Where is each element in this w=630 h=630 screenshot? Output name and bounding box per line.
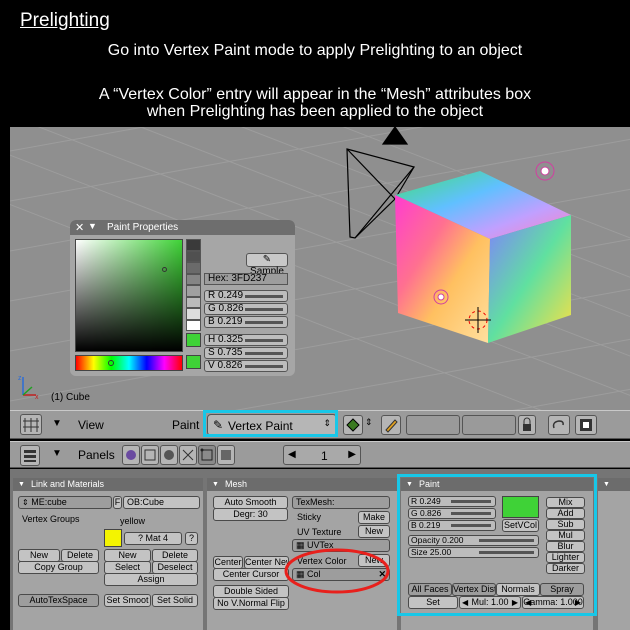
draw-type-icon[interactable] bbox=[343, 415, 363, 435]
render-icon[interactable] bbox=[575, 415, 597, 435]
axis-gizmo-icon: x z bbox=[18, 375, 39, 401]
saturation-value-picker[interactable] bbox=[75, 239, 183, 352]
menu-collapse-icon-2[interactable]: ▼ bbox=[52, 448, 62, 459]
script-context-icon[interactable] bbox=[141, 445, 159, 465]
current-color-swatch[interactable] bbox=[186, 333, 201, 347]
panels-label: Panels bbox=[78, 448, 115, 462]
buttons-window-header: ▼ Panels ◀ 1 ▶ bbox=[10, 441, 630, 468]
vertex-groups-label: Vertex Groups bbox=[22, 514, 80, 524]
note-line-1: A “Vertex Color” entry will appear in th… bbox=[98, 86, 532, 103]
material-name-label: yellow bbox=[120, 516, 146, 526]
editing-context-icon[interactable] bbox=[198, 445, 216, 465]
uv-texture-label: UV Texture bbox=[297, 527, 342, 537]
material-index-field[interactable]: ? Mat 4 bbox=[124, 532, 182, 545]
mode-selector-highlight bbox=[203, 410, 338, 437]
previous-color-swatch[interactable] bbox=[186, 355, 201, 369]
uv-texture-new-button[interactable]: New bbox=[358, 525, 390, 538]
s-slider[interactable]: S 0.735 bbox=[204, 347, 288, 359]
instruction-line: Go into Vertex Paint mode to apply Preli… bbox=[107, 42, 523, 59]
note-line-2: when Prelighting has been applied to the… bbox=[146, 103, 484, 120]
material-assign-button[interactable]: Assign bbox=[104, 573, 198, 586]
menu-collapse-icon[interactable]: ▼ bbox=[52, 418, 62, 429]
shading-context-icon[interactable] bbox=[160, 445, 178, 465]
collapse-icon[interactable]: ▼ bbox=[88, 221, 97, 231]
page-title: Prelighting bbox=[20, 10, 110, 31]
g-slider[interactable]: G 0.826 bbox=[204, 303, 288, 315]
next-panel-partial bbox=[598, 478, 630, 630]
palette-swatches[interactable] bbox=[186, 239, 201, 331]
hue-handle[interactable] bbox=[108, 360, 114, 366]
3d-viewport[interactable]: ✕ ▼ Paint Properties ✎ Sample Hex: 3FD23… bbox=[10, 127, 630, 410]
buttons-editor-icon[interactable] bbox=[20, 445, 40, 466]
vertex-colored-cube bbox=[395, 171, 571, 343]
object-context-icon[interactable] bbox=[179, 445, 197, 465]
sample-button[interactable]: ✎ Sample bbox=[246, 253, 288, 277]
scene-context-icon[interactable] bbox=[217, 445, 235, 465]
paint-menu[interactable]: Paint bbox=[172, 418, 199, 432]
frame-field[interactable]: ◀ 1 ▶ bbox=[283, 445, 361, 465]
close-icon[interactable]: ✕ bbox=[75, 221, 84, 234]
r-slider[interactable]: R 0.249 bbox=[204, 290, 288, 302]
no-vnormal-flip-button[interactable]: No V.Normal Flip bbox=[213, 597, 289, 610]
hex-field[interactable]: Hex: 3FD237 bbox=[204, 273, 288, 285]
paint-panel-highlight bbox=[397, 474, 597, 616]
picker-handle[interactable] bbox=[162, 267, 167, 272]
center-cursor-button[interactable]: Center Cursor bbox=[213, 568, 289, 581]
layer-buttons[interactable] bbox=[406, 415, 460, 435]
v-slider[interactable]: V 0.826 bbox=[204, 360, 288, 372]
edit-pen-icon[interactable] bbox=[381, 415, 401, 435]
next-panel-header[interactable] bbox=[598, 478, 630, 491]
set-solid-button[interactable]: Set Solid bbox=[152, 594, 198, 607]
svg-text:z: z bbox=[18, 375, 22, 382]
mesh-name-field[interactable]: ⇕ ME:cube bbox=[18, 496, 112, 509]
paint-properties-header[interactable]: ✕ ▼ Paint Properties bbox=[70, 220, 295, 235]
hue-slider[interactable] bbox=[75, 355, 183, 371]
material-help-button[interactable]: ? bbox=[185, 532, 198, 545]
svg-text:x: x bbox=[35, 394, 39, 401]
texmesh-field[interactable]: TexMesh: bbox=[292, 496, 390, 509]
sticky-label: Sticky bbox=[297, 512, 322, 522]
paint-properties-title: Paint Properties bbox=[107, 222, 179, 233]
copy-group-button[interactable]: Copy Group bbox=[18, 561, 99, 574]
link-materials-header[interactable]: Link and Materials bbox=[13, 478, 203, 491]
degree-field[interactable]: Degr: 30 bbox=[213, 508, 288, 521]
h-slider[interactable]: H 0.325 bbox=[204, 334, 288, 346]
annotation-ellipse bbox=[284, 548, 390, 594]
mesh-header[interactable]: Mesh bbox=[207, 478, 397, 491]
layer-buttons-2[interactable] bbox=[462, 415, 516, 435]
object-label: (1) Cube bbox=[51, 392, 90, 403]
paint-properties-panel[interactable]: ✕ ▼ Paint Properties ✎ Sample Hex: 3FD23… bbox=[70, 220, 295, 376]
sticky-make-button[interactable]: Make bbox=[358, 511, 390, 524]
eyedropper-icon: ✎ bbox=[262, 254, 272, 265]
set-smooth-button[interactable]: Set Smoot bbox=[104, 594, 151, 607]
b-slider[interactable]: B 0.219 bbox=[204, 316, 288, 328]
autotexspace-button[interactable]: AutoTexSpace bbox=[18, 594, 99, 607]
fake-user-button[interactable]: F bbox=[113, 496, 122, 509]
object-name-field[interactable]: OB:Cube bbox=[123, 496, 200, 509]
view-menu[interactable]: View bbox=[78, 418, 104, 432]
lock-icon[interactable] bbox=[518, 415, 536, 435]
logic-context-icon[interactable] bbox=[122, 445, 140, 465]
link-icon[interactable] bbox=[548, 415, 570, 435]
material-color-swatch[interactable] bbox=[104, 529, 122, 547]
editor-type-icon[interactable] bbox=[20, 414, 42, 435]
draw-type-arrows-icon[interactable]: ⇕ bbox=[365, 417, 373, 428]
